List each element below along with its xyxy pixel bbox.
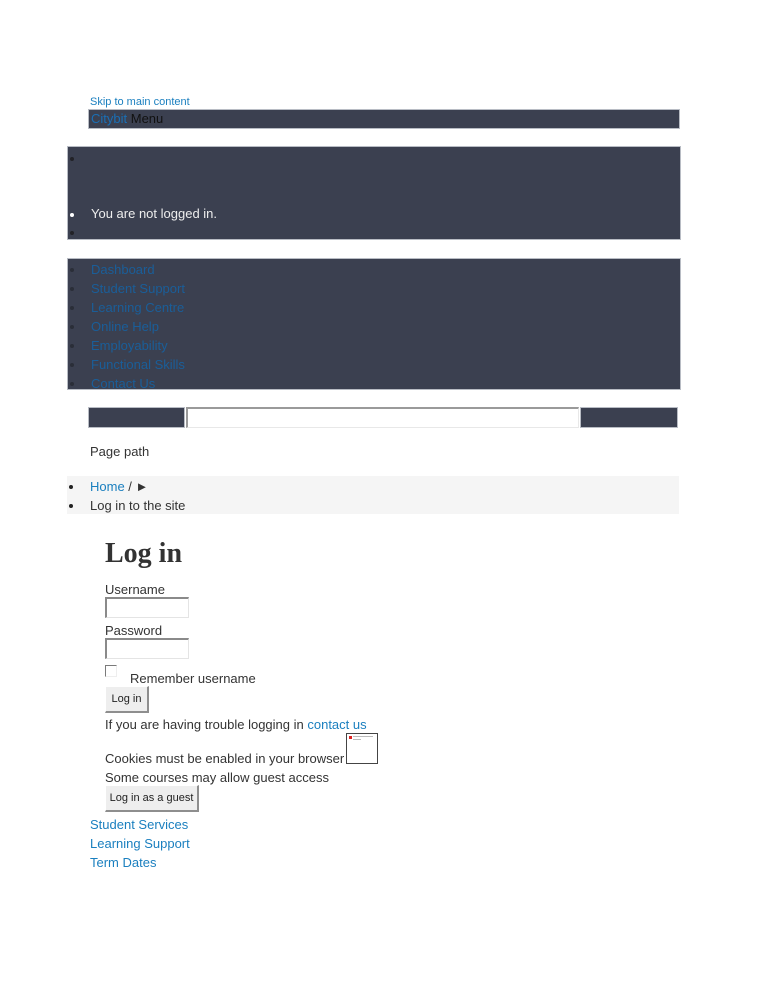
search-button[interactable] xyxy=(580,407,678,428)
search-input[interactable] xyxy=(186,407,579,428)
bullet-icon xyxy=(70,231,74,235)
bullet-icon xyxy=(69,504,73,508)
bullet-icon xyxy=(70,268,74,272)
menu-item-online-help[interactable]: Online Help xyxy=(68,317,368,336)
cookies-help-icon[interactable] xyxy=(346,733,378,764)
menu-link[interactable]: Student Support xyxy=(91,279,185,298)
bullet-icon xyxy=(70,157,74,161)
breadcrumb: Home / ► Log in to the site xyxy=(67,476,679,514)
footer-link-term-dates[interactable]: Term Dates xyxy=(90,855,156,870)
page-path-label: Page path xyxy=(90,444,150,459)
search-bar-left-block xyxy=(88,407,185,428)
breadcrumb-item-home: Home / ► xyxy=(67,477,467,496)
password-field[interactable] xyxy=(105,638,189,659)
menu-link[interactable]: Contact Us xyxy=(91,374,155,393)
username-label: Username xyxy=(105,582,165,597)
custom-menu: Dashboard Student Support Learning Centr… xyxy=(67,258,681,393)
user-panel-item xyxy=(68,223,680,237)
menu-link[interactable]: Dashboard xyxy=(91,260,155,279)
breadcrumb-separator: / ► xyxy=(124,479,149,494)
menu-item-learning-centre[interactable]: Learning Centre xyxy=(68,298,368,317)
breadcrumb-item-current: Log in to the site xyxy=(67,496,467,515)
menu-item-employability[interactable]: Employability xyxy=(68,336,368,355)
login-help-text: If you are having trouble logging in con… xyxy=(105,717,367,732)
bullet-icon xyxy=(70,306,74,310)
guest-access-notice: Some courses may allow guest access xyxy=(105,770,329,785)
bullet-icon xyxy=(70,382,74,386)
help-icon-line xyxy=(353,739,361,740)
bullet-icon xyxy=(70,344,74,348)
bullet-icon xyxy=(69,485,73,489)
contact-us-link[interactable]: contact us xyxy=(307,717,366,732)
breadcrumb-current: Log in to the site xyxy=(90,498,186,513)
guest-login-button[interactable]: Log in as a guest xyxy=(105,785,199,812)
menu-link[interactable]: Online Help xyxy=(91,317,159,336)
skip-to-main-content-link[interactable]: Skip to main content xyxy=(90,96,190,108)
cookies-notice: Cookies must be enabled in your browser xyxy=(105,751,345,766)
user-panel: You are not logged in. xyxy=(67,146,681,240)
help-icon-marker xyxy=(349,736,352,739)
bullet-icon xyxy=(70,325,74,329)
menu-item-student-support[interactable]: Student Support xyxy=(68,279,368,298)
login-button[interactable]: Log in xyxy=(105,686,149,713)
menu-link[interactable]: Employability xyxy=(91,336,168,355)
menu-toggle[interactable]: Menu xyxy=(131,111,164,126)
footer-link-learning-support[interactable]: Learning Support xyxy=(90,836,190,851)
bullet-icon xyxy=(70,287,74,291)
brand-link[interactable]: Citybit xyxy=(89,111,127,126)
bullet-icon xyxy=(70,213,74,217)
username-field[interactable] xyxy=(105,597,189,618)
menu-link[interactable]: Learning Centre xyxy=(91,298,184,317)
login-help-message: If you are having trouble logging in xyxy=(105,717,308,732)
menu-item-functional-skills[interactable]: Functional Skills xyxy=(68,355,368,374)
bullet-icon xyxy=(70,363,74,367)
page-title: Log in xyxy=(105,538,183,569)
menu-link[interactable]: Functional Skills xyxy=(91,355,185,374)
navbar: Citybit Menu xyxy=(88,109,680,129)
breadcrumb-home-link[interactable]: Home xyxy=(90,479,125,494)
login-status-text: You are not logged in. xyxy=(91,206,218,221)
footer-link-student-services[interactable]: Student Services xyxy=(90,817,188,832)
help-icon-line xyxy=(353,736,373,737)
remember-username-checkbox[interactable] xyxy=(105,665,117,677)
password-label: Password xyxy=(105,623,163,638)
user-panel-item xyxy=(68,147,680,161)
menu-item-dashboard[interactable]: Dashboard xyxy=(68,260,368,279)
remember-username-label[interactable]: Remember username xyxy=(130,671,256,686)
menu-item-contact-us[interactable]: Contact Us xyxy=(68,374,368,393)
search-bar xyxy=(88,407,678,428)
